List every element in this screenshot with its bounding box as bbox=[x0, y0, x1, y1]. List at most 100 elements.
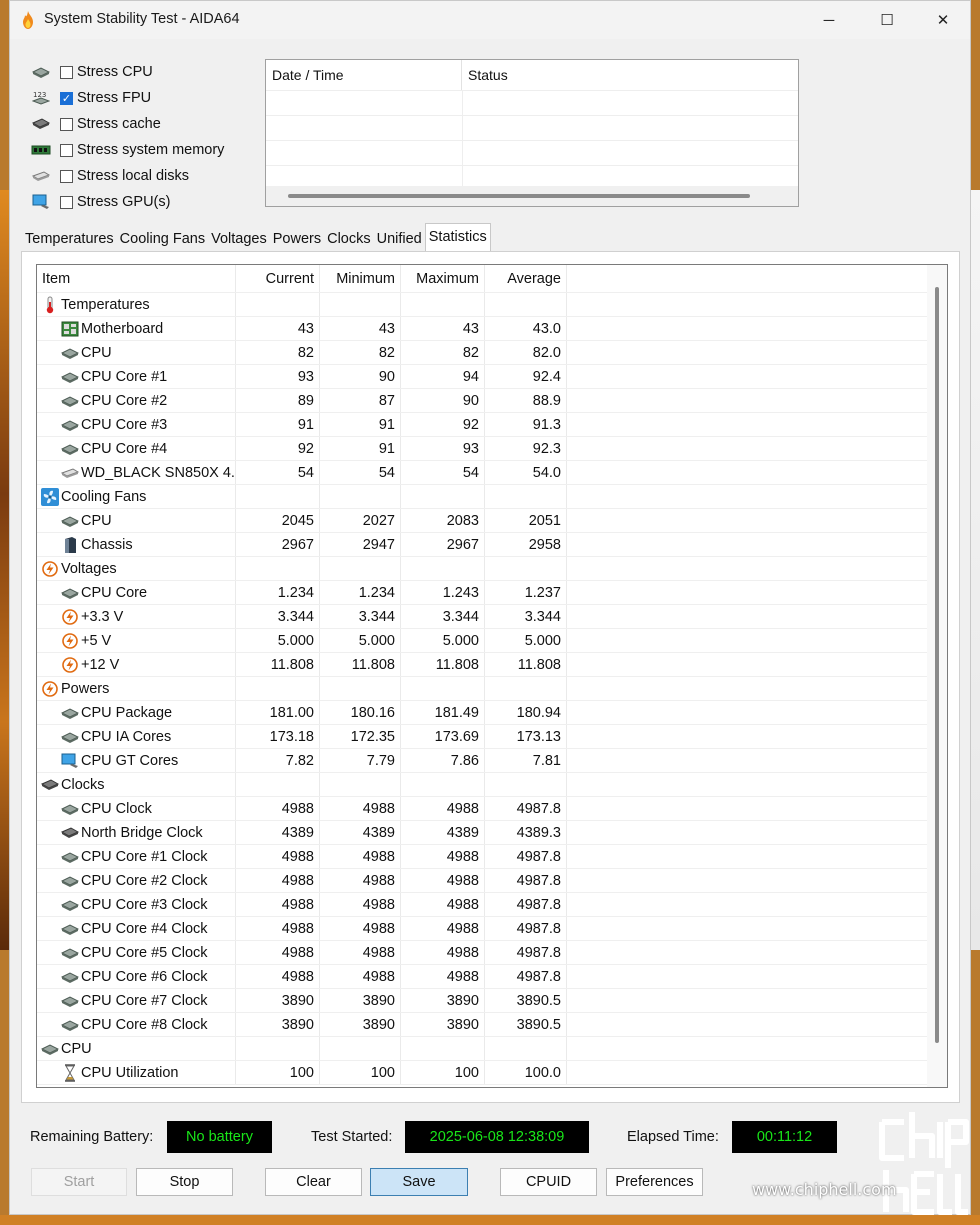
table-row[interactable]: +5 V 5.000 5.000 5.000 5.000 bbox=[37, 629, 947, 653]
table-row[interactable]: CPU Core #5 Clock 4988 4988 4988 4987.8 bbox=[37, 941, 947, 965]
group-row[interactable]: CPU bbox=[37, 1037, 947, 1061]
table-row[interactable]: CPU 82 82 82 82.0 bbox=[37, 341, 947, 365]
table-row[interactable]: North Bridge Clock 4389 4389 4389 4389.3 bbox=[37, 821, 947, 845]
stress-checkbox[interactable] bbox=[60, 117, 73, 131]
tab-powers[interactable]: Powers bbox=[270, 225, 324, 251]
row-label: CPU bbox=[81, 512, 112, 529]
title-bar[interactable]: System Stability Test - AIDA64 ─ ☐ ✕ bbox=[10, 1, 970, 39]
table-row[interactable]: CPU Core #2 Clock 4988 4988 4988 4987.8 bbox=[37, 869, 947, 893]
table-row[interactable]: Motherboard 43 43 43 43.0 bbox=[37, 317, 947, 341]
col-minimum[interactable]: Minimum bbox=[320, 265, 401, 292]
table-row[interactable]: CPU Core #8 Clock 3890 3890 3890 3890.5 bbox=[37, 1013, 947, 1037]
row-label: Cooling Fans bbox=[61, 488, 147, 505]
row-item: Chassis bbox=[37, 533, 236, 556]
stress-checkbox[interactable] bbox=[60, 143, 73, 157]
table-row[interactable]: CPU Core #3 91 91 92 91.3 bbox=[37, 413, 947, 437]
statistics-grid[interactable]: Item Current Minimum Maximum Average Tem… bbox=[36, 264, 948, 1088]
table-row[interactable]: CPU Core #1 93 90 94 92.4 bbox=[37, 365, 947, 389]
row-label: Motherboard bbox=[81, 320, 164, 337]
stop-button[interactable]: Stop bbox=[136, 1168, 233, 1196]
grid-body: Temperatures Motherboard 43 43 43 43.0 CPU 82 82… bbox=[37, 293, 947, 1085]
table-row[interactable]: CPU Core 1.234 1.234 1.243 1.237 bbox=[37, 581, 947, 605]
tab-cooling-fans[interactable]: Cooling Fans bbox=[117, 225, 208, 251]
stress-option[interactable]: Stress local disks bbox=[30, 163, 224, 189]
cell-minimum: 90 bbox=[320, 365, 401, 388]
stress-checkbox[interactable]: ✓ bbox=[60, 91, 73, 105]
stress-option[interactable]: Stress GPU(s) bbox=[30, 189, 224, 215]
stress-checkbox[interactable] bbox=[60, 65, 73, 79]
save-button[interactable]: Save bbox=[370, 1168, 468, 1196]
cache-chip-icon bbox=[61, 825, 79, 841]
stress-option[interactable]: Stress cache bbox=[30, 111, 224, 137]
group-row[interactable]: Temperatures bbox=[37, 293, 947, 317]
grid-vertical-scrollbar[interactable] bbox=[927, 265, 947, 1087]
group-row[interactable]: Voltages bbox=[37, 557, 947, 581]
table-row[interactable]: CPU IA Cores 173.18 172.35 173.69 173.13 bbox=[37, 725, 947, 749]
col-current[interactable]: Current bbox=[236, 265, 320, 292]
row-label: CPU GT Cores bbox=[81, 752, 179, 769]
row-label: Voltages bbox=[61, 560, 117, 577]
table-row[interactable]: WD_BLACK SN850X 4... 54 54 54 54.0 bbox=[37, 461, 947, 485]
table-row[interactable]: Chassis 2967 2947 2967 2958 bbox=[37, 533, 947, 557]
cell-average bbox=[485, 557, 567, 580]
stress-checkbox[interactable] bbox=[60, 195, 73, 209]
row-item: CPU Utilization bbox=[37, 1061, 236, 1084]
log-header: Date / Time Status bbox=[266, 60, 798, 90]
group-row[interactable]: Clocks bbox=[37, 773, 947, 797]
table-row[interactable]: CPU Core #6 Clock 4988 4988 4988 4987.8 bbox=[37, 965, 947, 989]
clear-button[interactable]: Clear bbox=[265, 1168, 362, 1196]
voltage-icon bbox=[61, 656, 79, 673]
group-row[interactable]: Cooling Fans bbox=[37, 485, 947, 509]
cell-filler bbox=[567, 869, 947, 892]
minimize-button[interactable]: ─ bbox=[800, 1, 858, 39]
cpu-chip-icon bbox=[61, 921, 79, 937]
event-log[interactable]: Date / Time Status bbox=[265, 59, 799, 207]
log-col-status[interactable]: Status bbox=[462, 60, 508, 90]
tab-voltages[interactable]: Voltages bbox=[208, 225, 270, 251]
table-row[interactable]: CPU Utilization 100 100 100 100.0 bbox=[37, 1061, 947, 1085]
stress-option[interactable]: 123 ✓ Stress FPU bbox=[30, 85, 224, 111]
col-average[interactable]: Average bbox=[485, 265, 567, 292]
preferences-button[interactable]: Preferences bbox=[606, 1168, 703, 1196]
stress-option[interactable]: Stress CPU bbox=[30, 59, 224, 85]
cell-current: 89 bbox=[236, 389, 320, 412]
cpu-chip-icon bbox=[61, 729, 79, 745]
stress-option[interactable]: Stress system memory bbox=[30, 137, 224, 163]
log-horizontal-scrollbar[interactable] bbox=[266, 186, 798, 206]
col-item[interactable]: Item bbox=[37, 265, 236, 292]
table-row[interactable]: CPU Core #2 89 87 90 88.9 bbox=[37, 389, 947, 413]
table-row[interactable]: CPU Core #4 Clock 4988 4988 4988 4987.8 bbox=[37, 917, 947, 941]
table-row[interactable]: CPU Core #4 92 91 93 92.3 bbox=[37, 437, 947, 461]
table-row[interactable]: CPU Core #1 Clock 4988 4988 4988 4987.8 bbox=[37, 845, 947, 869]
group-row[interactable]: Powers bbox=[37, 677, 947, 701]
table-row[interactable]: CPU Core #7 Clock 3890 3890 3890 3890.5 bbox=[37, 989, 947, 1013]
tab-statistics[interactable]: Statistics bbox=[424, 223, 491, 251]
close-window-button[interactable]: ✕ bbox=[914, 1, 972, 39]
cell-current: 4988 bbox=[236, 893, 320, 916]
table-row[interactable]: CPU Clock 4988 4988 4988 4987.8 bbox=[37, 797, 947, 821]
col-maximum[interactable]: Maximum bbox=[401, 265, 485, 292]
start-button[interactable]: Start bbox=[31, 1168, 127, 1196]
table-row[interactable]: CPU 2045 2027 2083 2051 bbox=[37, 509, 947, 533]
cell-average: 4987.8 bbox=[485, 845, 567, 868]
maximize-button[interactable]: ☐ bbox=[858, 1, 916, 39]
table-row[interactable]: CPU GT Cores 7.82 7.79 7.86 7.81 bbox=[37, 749, 947, 773]
cell-maximum: 181.49 bbox=[401, 701, 485, 724]
log-scroll-thumb[interactable] bbox=[288, 194, 750, 198]
row-label: +3.3 V bbox=[81, 608, 124, 625]
cell-filler bbox=[567, 437, 947, 460]
table-row[interactable]: CPU Core #3 Clock 4988 4988 4988 4987.8 bbox=[37, 893, 947, 917]
cell-filler bbox=[567, 941, 947, 964]
tab-temperatures[interactable]: Temperatures bbox=[22, 225, 117, 251]
cell-current: 3890 bbox=[236, 1013, 320, 1036]
table-row[interactable]: CPU Package 181.00 180.16 181.49 180.94 bbox=[37, 701, 947, 725]
tab-unified[interactable]: Unified bbox=[374, 225, 425, 251]
battery-value: No battery bbox=[167, 1121, 272, 1153]
tab-clocks[interactable]: Clocks bbox=[324, 225, 374, 251]
table-row[interactable]: +12 V 11.808 11.808 11.808 11.808 bbox=[37, 653, 947, 677]
log-col-datetime[interactable]: Date / Time bbox=[266, 60, 462, 90]
stress-checkbox[interactable] bbox=[60, 169, 73, 183]
grid-scroll-thumb[interactable] bbox=[935, 287, 939, 1043]
cpuid-button[interactable]: CPUID bbox=[500, 1168, 597, 1196]
table-row[interactable]: +3.3 V 3.344 3.344 3.344 3.344 bbox=[37, 605, 947, 629]
